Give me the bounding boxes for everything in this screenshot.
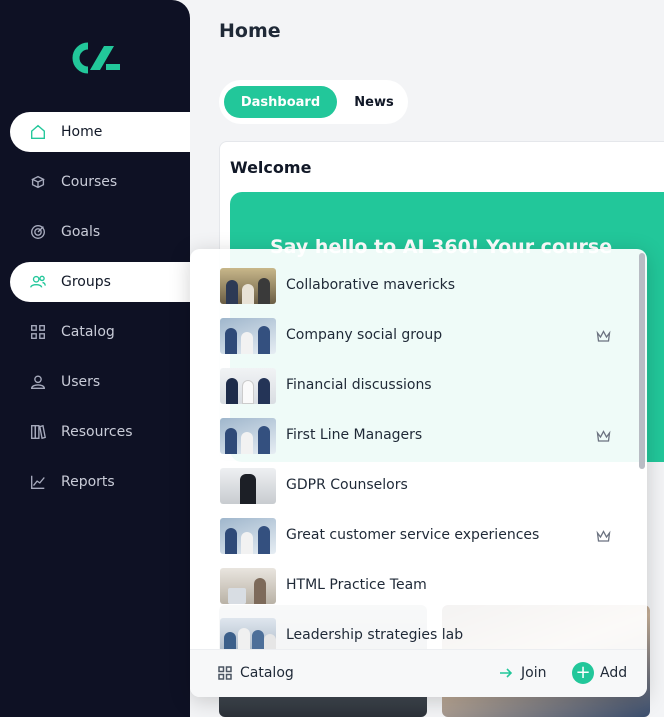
sidebar-item-label: Goals <box>61 224 101 240</box>
group-thumbnail <box>220 618 276 649</box>
groups-list: Collaborative mavericks Company social g… <box>190 249 647 649</box>
catalog-link[interactable]: Catalog <box>218 665 294 681</box>
join-button-label: Join <box>521 665 547 681</box>
join-button[interactable]: Join <box>499 665 546 681</box>
sidebar: Home Courses Goals Groups Catalog Users … <box>0 0 190 717</box>
sidebar-item-home[interactable]: Home <box>10 112 190 152</box>
groups-dropdown: Collaborative mavericks Company social g… <box>190 249 647 697</box>
group-thumbnail <box>220 568 276 604</box>
sidebar-item-label: Courses <box>61 174 118 190</box>
group-name: Leadership strategies lab <box>286 627 464 643</box>
reports-icon <box>28 472 48 492</box>
scrollbar[interactable] <box>639 253 645 469</box>
app-logo[interactable] <box>68 40 122 76</box>
sidebar-item-catalog[interactable]: Catalog <box>10 312 190 352</box>
sidebar-item-label: Users <box>61 374 101 390</box>
sidebar-item-goals[interactable]: Goals <box>10 212 190 252</box>
group-item[interactable]: Leadership strategies lab <box>190 605 630 649</box>
catalog-icon <box>218 666 232 680</box>
group-name: Great customer service experiences <box>286 527 540 543</box>
sidebar-item-label: Home <box>61 124 103 140</box>
catalog-link-label: Catalog <box>240 665 294 681</box>
catalog-icon <box>28 322 48 342</box>
groups-dropdown-footer: Catalog Join + Add <box>190 649 647 697</box>
sidebar-item-users[interactable]: Users <box>10 362 190 402</box>
crown-icon <box>596 528 611 542</box>
group-item[interactable]: Great customer service experiences <box>190 505 630 555</box>
group-item[interactable]: HTML Practice Team <box>190 555 630 605</box>
goals-icon <box>28 222 48 242</box>
sidebar-item-label: Resources <box>61 424 133 440</box>
sidebar-item-groups[interactable]: Groups <box>10 262 190 302</box>
group-thumbnail <box>220 368 276 404</box>
sidebar-item-label: Catalog <box>61 324 115 340</box>
group-name: GDPR Counselors <box>286 477 408 493</box>
groups-icon <box>28 272 48 292</box>
sidebar-item-label: Groups <box>61 274 111 290</box>
group-item[interactable]: Company social group <box>190 305 630 355</box>
group-name: Company social group <box>286 327 443 343</box>
crown-icon <box>596 428 611 442</box>
group-item[interactable]: Financial discussions <box>190 355 630 405</box>
group-thumbnail <box>220 518 276 554</box>
arrow-right-icon <box>500 668 513 678</box>
add-group-button[interactable]: + Add <box>572 662 627 684</box>
sidebar-item-resources[interactable]: Resources <box>10 412 190 452</box>
plus-icon: + <box>572 662 594 684</box>
dashboard-tabs: Dashboard News <box>219 80 408 124</box>
group-thumbnail <box>220 318 276 354</box>
user-icon <box>28 372 48 392</box>
add-button-label: Add <box>600 665 628 681</box>
group-thumbnail <box>220 268 276 304</box>
tab-news[interactable]: News <box>339 86 409 118</box>
welcome-title: Welcome <box>230 158 312 177</box>
home-icon <box>28 122 48 142</box>
group-item[interactable]: First Line Managers <box>190 405 630 455</box>
group-name: Financial discussions <box>286 377 432 393</box>
resources-icon <box>28 422 48 442</box>
courses-icon <box>28 172 48 192</box>
group-name: First Line Managers <box>286 427 423 443</box>
tab-dashboard[interactable]: Dashboard <box>224 86 337 118</box>
group-name: HTML Practice Team <box>286 577 427 593</box>
group-name: Collaborative mavericks <box>286 277 456 293</box>
group-thumbnail <box>220 468 276 504</box>
crown-icon <box>596 328 611 342</box>
group-item[interactable]: Collaborative mavericks <box>190 255 630 305</box>
sidebar-item-courses[interactable]: Courses <box>10 162 190 202</box>
group-thumbnail <box>220 418 276 454</box>
group-item[interactable]: GDPR Counselors <box>190 455 630 505</box>
sidebar-item-label: Reports <box>61 474 115 490</box>
sidebar-item-reports[interactable]: Reports <box>10 462 190 502</box>
page-title: Home <box>219 20 281 42</box>
